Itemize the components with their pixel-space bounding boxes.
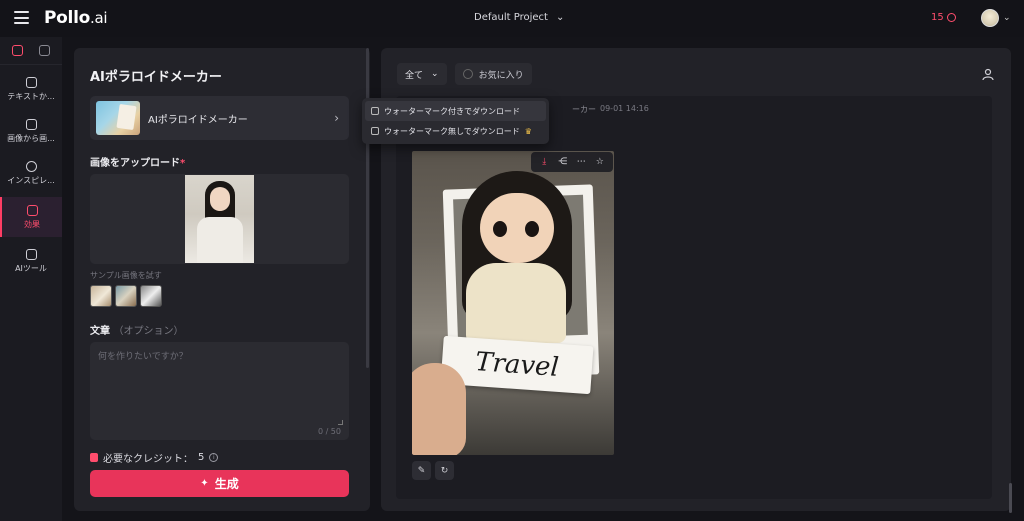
credit-icon: [90, 453, 98, 462]
effects-icon: [26, 204, 38, 216]
tool-panel: AIポラロイドメーカー AIポラロイドメーカー › 画像をアップロード* サンプ…: [74, 48, 370, 511]
sample-image[interactable]: [90, 285, 112, 307]
download-with-watermark[interactable]: ウォーターマーク付きでダウンロード: [365, 101, 546, 121]
left-rail: テキストか... 画像から画... インスピレ... 効果 AIツール: [0, 37, 62, 521]
sample-image[interactable]: [140, 285, 162, 307]
video-mode-icon[interactable]: [39, 45, 50, 56]
result-actions: ✎ ↻: [412, 461, 454, 480]
sparkle-icon: ✦: [200, 478, 209, 489]
result-timestamp: 09-01 14:16: [600, 104, 649, 113]
chevron-down-icon: ⌄: [555, 12, 565, 23]
resize-handle[interactable]: [338, 420, 343, 425]
rail-item-label: テキストか...: [7, 91, 55, 101]
prompt-textarea[interactable]: 何を作りたいですか？ 0 / 50: [90, 342, 349, 440]
rail-item-label: 画像から画...: [7, 133, 55, 143]
chevron-down-icon: ⌄: [1003, 13, 1011, 23]
rail-item-image-to-image[interactable]: 画像から画...: [0, 111, 62, 151]
filter-dropdown[interactable]: 全て ⌄: [397, 63, 447, 85]
project-name: Default Project: [474, 12, 548, 23]
compass-icon: [25, 160, 37, 172]
image-icon: [371, 107, 379, 115]
info-icon[interactable]: i: [209, 453, 219, 462]
upload-dropzone[interactable]: [90, 174, 349, 264]
coin-icon: [946, 13, 956, 22]
toolbox-icon: [25, 248, 37, 260]
uploaded-photo: [185, 175, 254, 263]
prompt-label: 文章 （オプション）: [90, 326, 184, 337]
rail-item-label: 効果: [24, 219, 40, 229]
avatar: [981, 9, 999, 27]
project-selector[interactable]: Default Project ⌄: [474, 12, 564, 23]
filter-row: 全て ⌄ お気に入り: [397, 63, 532, 85]
image-mode-icon[interactable]: [12, 45, 23, 56]
panel-title: AIポラロイドメーカー: [90, 70, 222, 85]
refresh-icon[interactable]: ↻: [435, 461, 454, 480]
share-icon[interactable]: ⋲: [556, 155, 570, 169]
favorites-checkbox: [462, 69, 473, 79]
rail-item-label: AIツール: [15, 263, 47, 273]
tool-selector[interactable]: AIポラロイドメーカー ›: [90, 96, 349, 140]
download-menu: ウォーターマーク付きでダウンロード ウォーターマーク無しでダウンロード ♛: [362, 98, 549, 144]
menu-icon[interactable]: [14, 11, 29, 24]
download-without-watermark[interactable]: ウォーターマーク無しでダウンロード ♛: [365, 121, 546, 141]
top-bar: Pollo.ai Default Project ⌄ 15 ⌄: [0, 0, 1024, 37]
tool-name: AIポラロイドメーカー: [148, 114, 248, 126]
crown-icon: ♛: [524, 126, 532, 136]
sample-image[interactable]: [115, 285, 137, 307]
chevron-down-icon: ⌄: [431, 69, 439, 79]
char-count: 0 / 50: [317, 427, 341, 436]
sample-label: サンプル画像を試す: [90, 271, 162, 280]
chevron-right-icon: ›: [334, 111, 339, 125]
credits-display[interactable]: 15: [931, 12, 956, 23]
logo[interactable]: Pollo.ai: [44, 8, 108, 28]
image-icon: [25, 118, 37, 130]
required-credits: 必要なクレジット： 5 i: [90, 450, 219, 465]
rail-item-effects[interactable]: 効果: [0, 197, 62, 237]
image-icon: [371, 127, 379, 135]
rail-item-text-to-image[interactable]: テキストか...: [0, 69, 62, 109]
result-card: ーカー 09-01 14:16 Travel ⤓ ⋲ ⋯ ☆: [396, 96, 992, 499]
image-toolbar: ⤓ ⋲ ⋯ ☆: [531, 152, 613, 172]
generate-button[interactable]: ✦ 生成: [90, 470, 349, 497]
rail-item-label: インスピレ...: [7, 175, 55, 185]
result-tool-name: ーカー: [572, 105, 596, 114]
rail-mode-switch: [0, 37, 62, 65]
edit-icon[interactable]: ✎: [412, 461, 431, 480]
download-icon[interactable]: ⤓: [537, 155, 551, 169]
image-icon: [25, 76, 37, 88]
account-menu[interactable]: ⌄: [981, 9, 1011, 27]
panel-scrollbar[interactable]: [366, 48, 369, 368]
rail-item-inspiration[interactable]: インスピレ...: [0, 153, 62, 193]
prompt-placeholder: 何を作りたいですか？: [98, 352, 188, 362]
rail-item-ai-tools[interactable]: AIツール: [0, 241, 62, 281]
results-scrollbar[interactable]: [1009, 483, 1012, 513]
result-image[interactable]: Travel: [412, 151, 614, 455]
star-icon[interactable]: ☆: [593, 155, 607, 169]
upload-label: 画像をアップロード*: [90, 158, 186, 169]
more-icon[interactable]: ⋯: [574, 155, 588, 169]
credits-count: 15: [931, 12, 944, 23]
tool-thumbnail: [96, 101, 140, 135]
favorites-toggle[interactable]: お気に入り: [454, 63, 532, 85]
sample-images: [90, 285, 162, 307]
user-icon[interactable]: [981, 67, 995, 81]
